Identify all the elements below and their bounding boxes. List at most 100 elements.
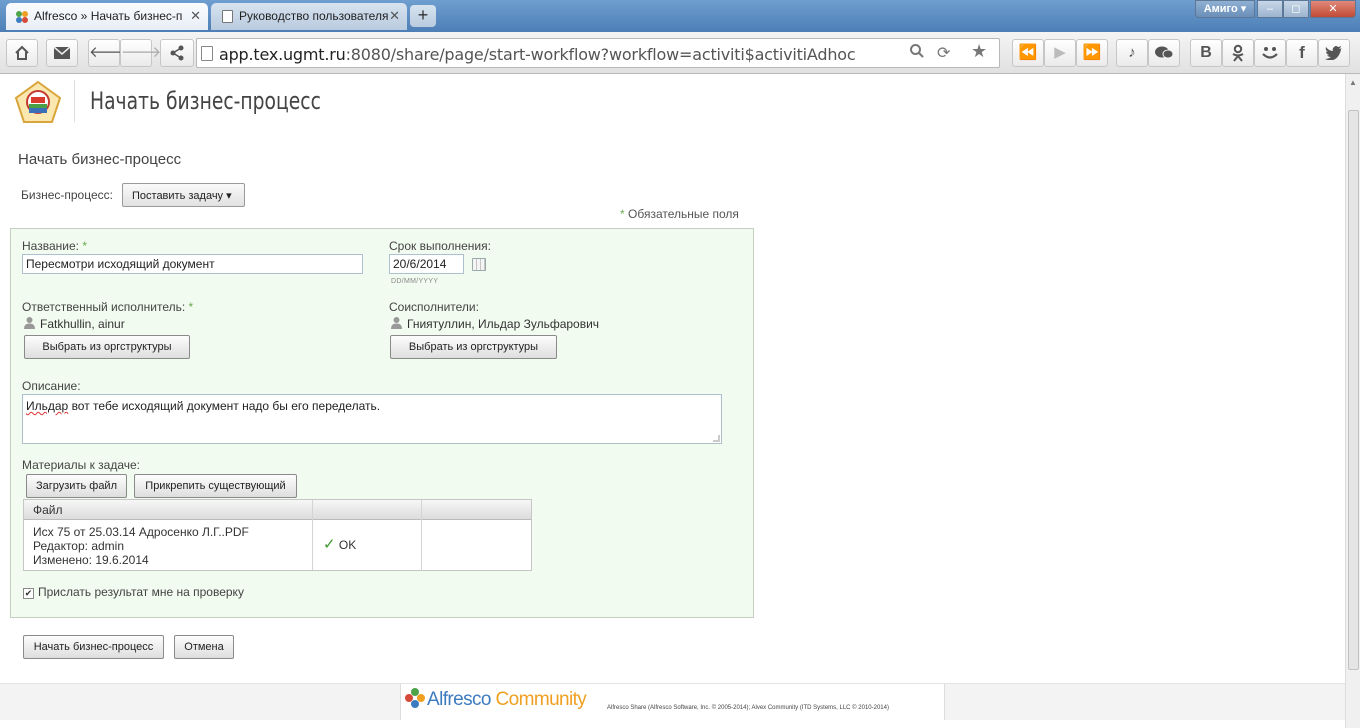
header-divider	[74, 80, 75, 122]
coassignee-name: Гниятуллин, Ильдар Зульфарович	[407, 317, 600, 331]
attachment-editor: Редактор: admin	[33, 539, 125, 553]
page-scrollbar[interactable]: ▲	[1345, 74, 1360, 728]
required-note-label: Обязательные поля	[628, 207, 739, 221]
chat-icon[interactable]	[1148, 39, 1180, 67]
facebook-icon[interactable]: f	[1286, 39, 1318, 67]
required-star: *	[82, 239, 87, 253]
bookmark-star-icon[interactable]: ★	[971, 41, 987, 62]
moi-mir-icon[interactable]	[1254, 39, 1286, 67]
start-workflow-button[interactable]: Начать бизнес-процесс	[23, 635, 164, 659]
alfresco-favicon-icon	[15, 10, 29, 24]
url-host: app.tex.ugmt.ru	[219, 45, 346, 64]
tab-close-icon[interactable]: ✕	[389, 8, 400, 24]
calendar-icon[interactable]	[472, 258, 486, 271]
attachment-status-text: OK	[338, 538, 357, 552]
page-footer: Alfresco Community Alfresco Share (Alfre…	[0, 683, 1345, 720]
start-workflow-form: Название: * Пересмотри исходящий докумен…	[10, 228, 754, 618]
person-icon	[24, 317, 35, 329]
column-divider	[312, 500, 313, 570]
forward-icon[interactable]: 🡒	[120, 39, 161, 67]
maximize-button[interactable]: ◻	[1283, 0, 1309, 18]
tab-user-guide[interactable]: Руководство пользователя ✕	[211, 3, 407, 30]
reload-icon[interactable]: ⟳	[937, 43, 950, 63]
search-icon[interactable]	[909, 43, 925, 64]
description-textarea[interactable]: Ильдар вот тебе исходящий документ надо …	[22, 394, 722, 444]
footer-branding: Alfresco Community Alfresco Share (Alfre…	[400, 684, 945, 720]
send-result-label[interactable]: Прислать результат мне на проверку	[38, 585, 244, 599]
tab-label: Alfresco » Начать бизнес-п	[34, 9, 183, 23]
scrollbar-thumb[interactable]	[1348, 110, 1359, 670]
assignee-person: Fatkhullin, ainur	[22, 317, 125, 331]
page-favicon-icon	[222, 10, 233, 23]
url-text[interactable]: app.tex.ugmt.ru:8080/share/page/start-wo…	[219, 45, 856, 64]
task-items-label: Материалы к задаче:	[22, 458, 141, 472]
play-icon[interactable]: ▶	[1044, 39, 1076, 67]
address-bar[interactable]: app.tex.ugmt.ru:8080/share/page/start-wo…	[196, 38, 1000, 68]
cancel-button[interactable]: Отмена	[174, 635, 234, 659]
page-header-title: Начать бизнес-процесс	[90, 87, 321, 115]
attach-existing-button[interactable]: Прикрепить существующий	[134, 474, 297, 498]
browser-titlebar: Alfresco » Начать бизнес-п ✕ Руководство…	[0, 0, 1360, 32]
attachments-table-header: Файл	[24, 500, 531, 520]
name-label-text: Название:	[22, 239, 79, 253]
copyright-text: Alfresco Share (Alfresco Software, Inc. …	[607, 705, 889, 711]
share-icon[interactable]	[160, 39, 194, 67]
rewind-icon[interactable]: ⏪	[1012, 39, 1044, 67]
workflow-type-dropdown[interactable]: Поставить задачу ▾	[122, 183, 245, 207]
assignee-name: Fatkhullin, ainur	[40, 317, 125, 331]
university-logo[interactable]	[14, 80, 62, 124]
workflow-label: Бизнес-процесс:	[21, 188, 113, 202]
brand-community: Community	[495, 689, 587, 710]
assignee-label: Ответственный исполнитель: *	[22, 300, 193, 314]
brand-alfresco: Alfresco	[427, 689, 491, 710]
page-icon	[201, 46, 213, 61]
person-icon	[391, 317, 402, 329]
description-label: Описание:	[22, 379, 81, 393]
page-title: Начать бизнес-процесс	[18, 151, 182, 168]
twitter-icon[interactable]	[1318, 39, 1350, 67]
minimize-button[interactable]: –	[1257, 0, 1283, 18]
attachment-modified: Изменено: 19.6.2014	[33, 553, 149, 567]
coassignee-person: Гниятуллин, Ильдар Зульфарович	[389, 317, 599, 331]
close-window-button[interactable]: ✕	[1310, 0, 1356, 18]
new-tab-button[interactable]: +	[410, 5, 436, 27]
alfresco-community-logo[interactable]: Alfresco Community	[427, 689, 587, 711]
select-assignee-button[interactable]: Выбрать из оргструктуры	[24, 335, 190, 359]
column-header-file: Файл	[33, 503, 63, 517]
browser-toolbar: 🡐 🡒 app.tex.ugmt.ru:8080/share/page/star…	[0, 32, 1360, 74]
attachment-file-info: Исх 75 от 25.03.14 Адросенко Л.Г..PDF Ре…	[33, 525, 249, 567]
attachment-file-name[interactable]: Исх 75 от 25.03.14 Адросенко Л.Г..PDF	[33, 525, 249, 539]
odnoklassniki-icon[interactable]	[1222, 39, 1254, 67]
alfresco-logo-icon	[405, 688, 425, 708]
upload-file-button[interactable]: Загрузить файл	[26, 474, 127, 498]
mail-icon[interactable]	[46, 39, 78, 67]
home-icon[interactable]	[6, 39, 38, 67]
coassignees-label: Соисполнители:	[389, 300, 479, 314]
required-fields-note: * Обязательные поля	[620, 207, 739, 221]
send-result-checkbox[interactable]: ✔	[23, 588, 34, 599]
name-input[interactable]: Пересмотри исходящий документ	[22, 254, 363, 274]
column-divider	[421, 500, 422, 570]
due-date-label: Срок выполнения:	[389, 239, 491, 253]
tab-alfresco[interactable]: Alfresco » Начать бизнес-п ✕	[6, 3, 208, 30]
vk-icon[interactable]: В	[1190, 39, 1222, 67]
tab-label: Руководство пользователя	[239, 9, 389, 23]
select-coassignees-button[interactable]: Выбрать из оргструктуры	[390, 335, 557, 359]
due-date-input[interactable]: 20/6/2014	[389, 254, 464, 274]
page-header: Начать бизнес-процесс	[0, 74, 1345, 128]
required-star: *	[620, 207, 625, 221]
back-icon[interactable]: 🡐	[88, 39, 129, 67]
music-icon[interactable]: ♪	[1116, 39, 1148, 67]
attachments-table: Файл Исх 75 от 25.03.14 Адросенко Л.Г..P…	[23, 499, 532, 571]
required-star: *	[188, 300, 194, 314]
description-misspelled-word: Ильдар	[26, 399, 69, 413]
profile-menu-button[interactable]: Амиго ▾	[1195, 0, 1255, 18]
tab-close-icon[interactable]: ✕	[190, 8, 201, 24]
url-path: :8080/share/page/start-workflow?workflow…	[345, 45, 856, 64]
scroll-up-icon[interactable]: ▲	[1349, 78, 1357, 87]
resize-handle-icon[interactable]	[713, 435, 720, 442]
fast-forward-icon[interactable]: ⏩	[1076, 39, 1108, 67]
due-date-format-hint: DD/MM/YYYY	[391, 278, 439, 285]
attachment-status: ✓ OK	[323, 537, 357, 552]
description-text: вот тебе исходящий документ надо бы его …	[68, 399, 381, 413]
